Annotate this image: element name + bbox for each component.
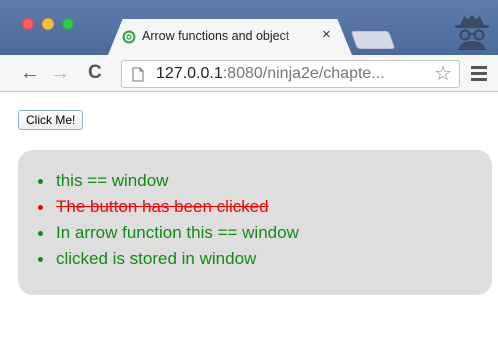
address-bar[interactable]: 127.0.0.1:8080/ninja2e/chapte... ☆ xyxy=(121,60,460,88)
result-item: In arrow function this == window xyxy=(38,220,299,246)
new-tab-button[interactable] xyxy=(350,31,396,49)
browser-toolbar: ← → C 127.0.0.1:8080/ninja2e/chapte... ☆ xyxy=(0,55,498,92)
bookmark-star-icon[interactable]: ☆ xyxy=(434,63,452,85)
url-host: 127.0.0.1 xyxy=(156,65,223,82)
reload-icon[interactable]: C xyxy=(88,59,102,87)
url-path: :8080/ninja2e/chapte... xyxy=(222,65,385,82)
result-item: The button has been clicked xyxy=(38,194,299,220)
tab-title: Arrow functions and object xyxy=(142,29,290,43)
result-item: this == window xyxy=(38,168,299,194)
bullet-icon xyxy=(38,179,43,184)
bullet-icon xyxy=(38,257,43,262)
close-window-button[interactable] xyxy=(22,18,34,30)
favicon-icon xyxy=(122,30,136,44)
result-text: The button has been clicked xyxy=(56,197,269,216)
result-text: clicked is stored in window xyxy=(56,249,257,268)
results-list: this == window The button has been click… xyxy=(38,168,299,272)
page-content: Click Me! this == window The button has … xyxy=(0,92,498,342)
result-text: In arrow function this == window xyxy=(56,223,299,242)
results-panel: this == window The button has been click… xyxy=(18,150,492,295)
minimize-window-button[interactable] xyxy=(42,18,54,30)
url-text: 127.0.0.1:8080/ninja2e/chapte... xyxy=(156,65,385,83)
bullet-icon xyxy=(38,231,43,236)
result-item: clicked is stored in window xyxy=(38,246,299,272)
tab-close-icon[interactable]: × xyxy=(322,27,331,43)
forward-icon[interactable]: → xyxy=(50,59,70,87)
menu-icon[interactable] xyxy=(471,66,487,81)
result-text: this == window xyxy=(56,171,169,190)
maximize-window-button[interactable] xyxy=(62,18,74,30)
bullet-icon xyxy=(38,205,43,210)
page-icon xyxy=(132,67,144,82)
click-me-button[interactable]: Click Me! xyxy=(18,110,84,130)
incognito-icon xyxy=(455,15,489,50)
back-icon[interactable]: ← xyxy=(20,59,40,87)
